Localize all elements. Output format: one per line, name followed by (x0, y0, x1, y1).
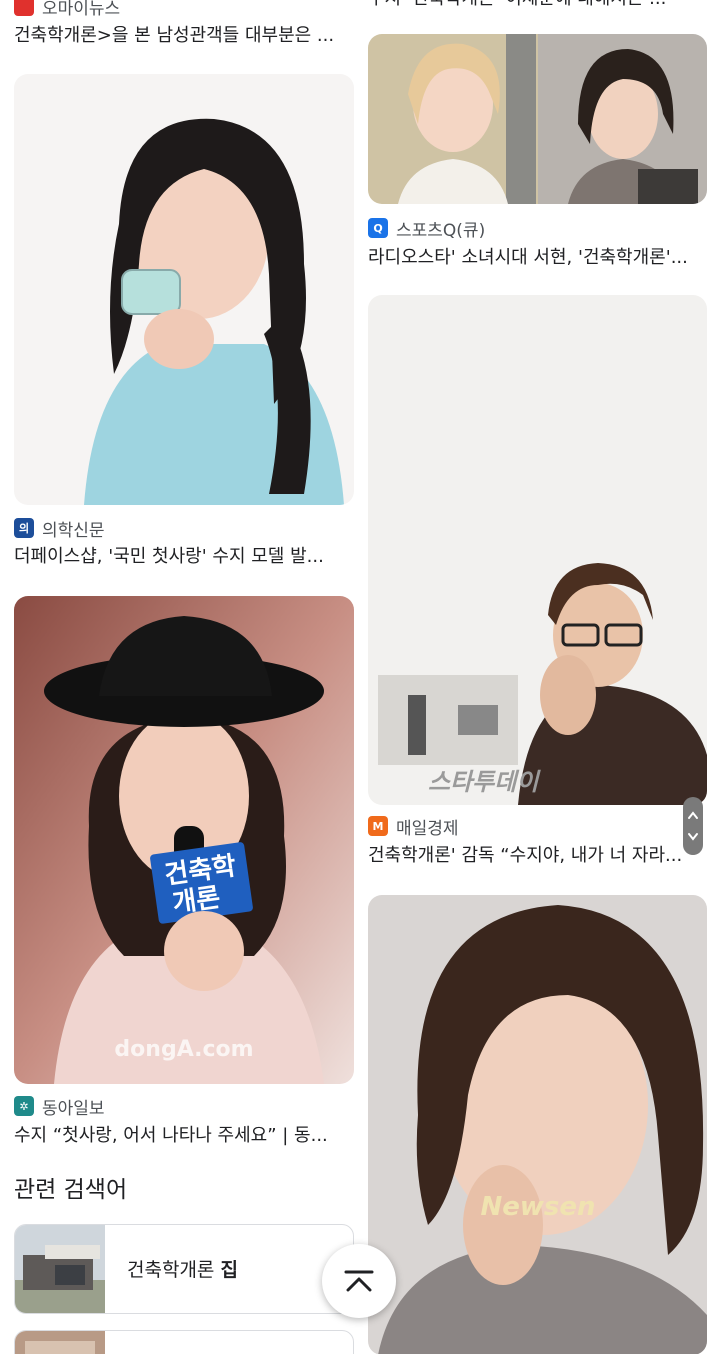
result-image[interactable] (368, 34, 707, 204)
svg-text:스타투데이: 스타투데이 (428, 768, 541, 796)
medical-news-favicon-icon: 의 (14, 518, 34, 538)
scroll-arrows-icon (688, 811, 698, 841)
maeil-favicon-icon: M (368, 816, 388, 836)
result-source: 의 의학신문 (14, 516, 105, 541)
result-title[interactable]: 수지 '건축학개론' 이제훈에 대해서는 ... (368, 0, 707, 12)
result-image[interactable]: 스타투데이 (368, 295, 707, 805)
related-search-thumbnail (15, 1331, 105, 1354)
scroll-to-top-button[interactable] (322, 1244, 396, 1318)
related-search-label: 건축학개론 집 (127, 1259, 238, 1281)
svg-text:Newsen: Newsen (480, 1192, 595, 1222)
result-source: 오마이뉴스 (14, 0, 120, 19)
result-title[interactable]: 건축학개론>을 본 남성관객들 대부분은 ... (14, 23, 354, 49)
svg-text:dongA.com: dongA.com (114, 1037, 253, 1062)
result-title[interactable]: 더페이스샵, '국민 첫사랑' 수지 모델 발... (14, 544, 354, 570)
result-source: M 매일경제 (368, 814, 459, 839)
result-title[interactable]: 건축학개론' 감독 “수지야, 내가 너 자라... (368, 843, 707, 869)
result-source: ✲ 동아일보 (14, 1094, 105, 1119)
related-search-item[interactable]: 건축학개론 집 (14, 1224, 354, 1314)
result-image[interactable]: Newsen (368, 895, 707, 1354)
result-image[interactable] (14, 74, 354, 505)
scrollbar-handle[interactable] (683, 797, 703, 855)
sportsq-favicon-icon: Q (368, 218, 388, 238)
ohmynews-favicon-icon (14, 0, 34, 16)
related-search-thumbnail (15, 1225, 105, 1313)
result-title[interactable]: 라디오스타' 소녀시대 서현, '건축학개론'... (368, 245, 707, 271)
related-search-item[interactable] (14, 1330, 354, 1354)
related-searches-heading: 관련 검색어 (14, 1177, 128, 1203)
result-source: Q 스포츠Q(큐) (368, 216, 485, 241)
chevron-up-icon (344, 1270, 374, 1292)
donga-favicon-icon: ✲ (14, 1096, 34, 1116)
result-title[interactable]: 수지 “첫사랑, 어서 나타나 주세요” | 동... (14, 1123, 354, 1149)
result-image[interactable]: 건축학 개론 dongA.com (14, 596, 354, 1084)
